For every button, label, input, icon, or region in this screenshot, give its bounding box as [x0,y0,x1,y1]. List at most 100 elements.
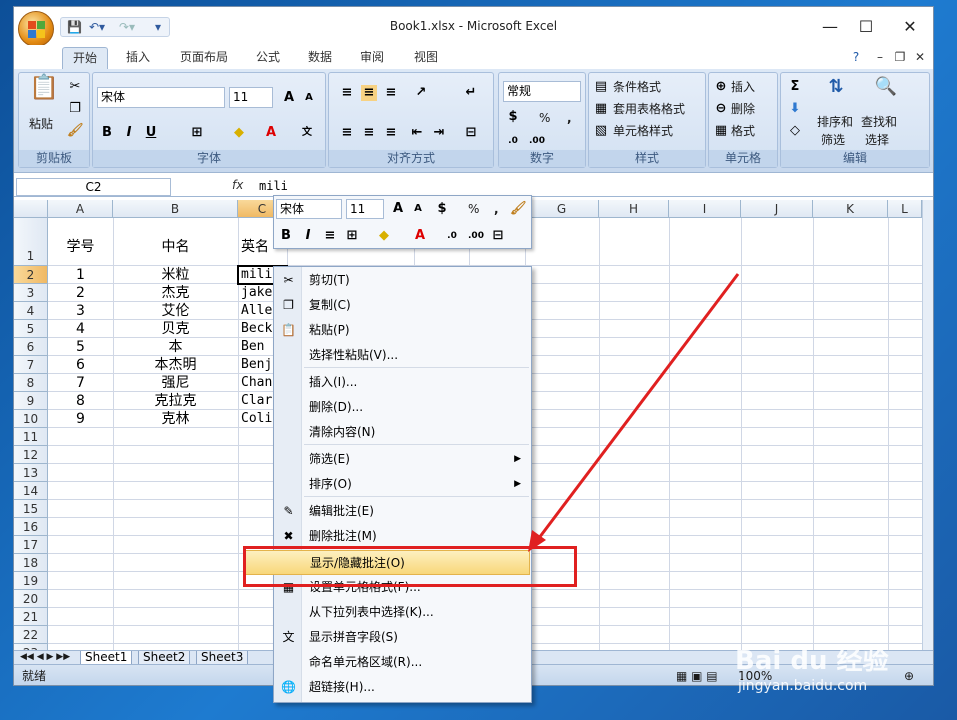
column-header-i[interactable]: I [669,200,741,218]
context-menu-item[interactable]: 清除内容(N) [274,420,531,445]
table-cell[interactable]: 3 [48,302,113,320]
context-menu-item[interactable]: 命名单元格区域(R)... [274,650,531,675]
table-cell[interactable]: 米粒 [113,266,238,284]
zoom-in-icon[interactable]: ⊕ [904,667,914,685]
increase-indent-icon[interactable]: ⇥ [431,125,447,141]
table-cell[interactable]: 克林 [113,410,238,428]
row-header-13[interactable]: 13 [14,464,48,482]
formula-input[interactable]: mili [259,179,288,193]
row-header-2[interactable]: 2 [14,266,48,284]
mini-borders-icon[interactable]: ⊞ [344,228,360,244]
mini-font-color-icon[interactable]: A [412,228,428,244]
sheet-tab-3[interactable]: Sheet3 [196,651,249,665]
help-icon[interactable]: ? [846,47,866,69]
font-size-select[interactable]: 11 [229,87,273,108]
underline-icon[interactable]: U [143,125,159,141]
view-buttons[interactable]: ▦ ▣ ▤ [676,667,718,685]
cut-icon[interactable]: ✂ [67,79,83,95]
table-cell[interactable]: 9 [48,410,113,428]
sheet-tab-1[interactable]: Sheet1 [80,651,133,665]
row-header-12[interactable]: 12 [14,446,48,464]
number-format-select[interactable]: 常规 [503,81,581,102]
column-header-b[interactable]: B [113,200,238,218]
select-all-corner[interactable] [14,200,48,218]
sort-filter-button[interactable]: 排序和 [817,113,853,131]
context-menu-item[interactable]: 选择性粘贴(V)... [274,343,531,368]
format-table-button[interactable]: 套用表格格式 [613,100,685,118]
cell-styles-button[interactable]: 单元格样式 [613,122,673,140]
decrease-decimal-icon[interactable]: .00 [529,133,545,149]
column-header-a[interactable]: A [48,200,113,218]
row-header-17[interactable]: 17 [14,536,48,554]
row-header-1[interactable]: 1 [14,218,48,266]
table-cell[interactable]: 1 [48,266,113,284]
font-color-icon[interactable]: A [263,125,279,141]
table-cell[interactable]: 2 [48,284,113,302]
decrease-indent-icon[interactable]: ⇤ [409,125,425,141]
row-header-10[interactable]: 10 [14,410,48,428]
context-menu-item[interactable]: 排序(O) ▶ [274,472,531,497]
table-cell[interactable]: 4 [48,320,113,338]
ribbon-minimize-icon[interactable]: – [870,47,890,69]
align-left-icon[interactable]: ≡ [339,125,355,141]
mini-format-painter-icon[interactable]: 🖌 [510,201,527,217]
format-painter-icon[interactable]: 🖌 [67,123,84,139]
minimize-button[interactable]: — [810,17,850,36]
table-cell[interactable]: 强尼 [113,374,238,392]
grow-font-icon[interactable]: A [281,90,297,106]
insert-cells-icon[interactable]: ⊕ [713,79,729,95]
merge-center-icon[interactable]: ⊟ [463,125,479,141]
bold-icon[interactable]: B [99,125,115,141]
align-top-icon[interactable]: ≡ [339,85,355,101]
mini-bold-icon[interactable]: B [278,228,294,244]
context-menu-item[interactable]: ✎ 编辑批注(E) [274,499,531,524]
mini-grow-font-icon[interactable]: A [390,201,406,217]
row-header-15[interactable]: 15 [14,500,48,518]
table-cell[interactable]: 本杰明 [113,356,238,374]
increase-decimal-icon[interactable]: .0 [505,133,521,149]
context-menu-item[interactable]: 插入(I)... [274,370,531,395]
vertical-scrollbar[interactable] [922,200,933,650]
context-menu-item[interactable]: 🌐 超链接(H)... [274,675,531,700]
format-cells-button[interactable]: 格式 [731,122,755,140]
mini-size-select[interactable]: 11 [346,199,384,219]
context-menu-item[interactable]: 删除(D)... [274,395,531,420]
cell-styles-icon[interactable]: ▧ [593,123,609,139]
row-header-8[interactable]: 8 [14,374,48,392]
mini-decrease-decimal-icon[interactable]: .00 [468,228,484,244]
copy-icon[interactable]: ❐ [67,101,83,117]
fx-icon[interactable]: fx [232,178,243,192]
autosum-icon[interactable]: Σ [787,79,803,95]
row-header-3[interactable]: 3 [14,284,48,302]
column-header-h[interactable]: H [599,200,669,218]
context-menu-item[interactable]: ❐ 复制(C) [274,293,531,318]
table-cell[interactable]: 杰克 [113,284,238,302]
row-header-4[interactable]: 4 [14,302,48,320]
fill-color-icon[interactable]: ◆ [231,125,247,141]
table-cell[interactable]: 5 [48,338,113,356]
mini-center-icon[interactable]: ≡ [322,228,338,244]
column-header-g[interactable]: G [525,200,599,218]
column-header-j[interactable]: J [741,200,813,218]
mini-font-select[interactable]: 宋体 [276,199,342,219]
tab-review[interactable]: 审阅 [354,47,390,69]
insert-cells-button[interactable]: 插入 [731,78,755,96]
align-bottom-icon[interactable]: ≡ [383,85,399,101]
sheet-tab-2[interactable]: Sheet2 [138,651,191,665]
shrink-font-icon[interactable]: A [301,90,317,106]
clear-icon[interactable]: ◇ [787,123,803,139]
align-right-icon[interactable]: ≡ [383,125,399,141]
mini-comma-button[interactable]: , [494,200,499,218]
find-select-button[interactable]: 查找和 [861,113,897,131]
format-cells-icon[interactable]: ▦ [713,123,729,139]
tab-view[interactable]: 视图 [408,47,444,69]
orientation-icon[interactable]: ↗ [413,85,429,101]
paste-icon[interactable]: 📋 [29,75,59,109]
context-menu-item[interactable]: 筛选(E) ▶ [274,447,531,472]
tab-insert[interactable]: 插入 [118,47,158,69]
wrap-text-icon[interactable]: ↵ [463,85,479,101]
font-name-select[interactable]: 宋体 [97,87,225,108]
maximize-button[interactable]: ☐ [846,17,886,36]
column-header-k[interactable]: K [813,200,888,218]
context-menu-item[interactable]: 从下拉列表中选择(K)... [274,600,531,625]
